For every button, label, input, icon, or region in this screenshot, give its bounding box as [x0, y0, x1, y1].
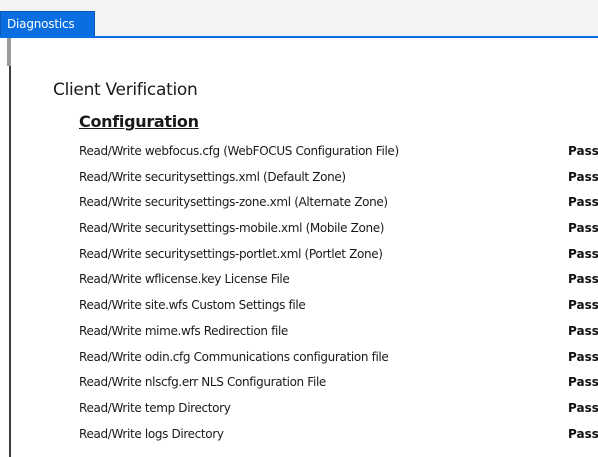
check-label: Read/Write nlscfg.err NLS Configuration …	[79, 375, 326, 390]
check-row: Read/Write securitysettings-mobile.xml (…	[11, 215, 598, 241]
check-status: Pass	[568, 246, 598, 261]
check-row: Read/Write securitysettings-zone.xml (Al…	[11, 189, 598, 215]
check-row: Read/Write temp Directory Pass	[11, 395, 598, 421]
check-row: Read/Write mime.wfs Redirection file Pas…	[11, 318, 598, 344]
tab-diagnostics[interactable]: Diagnostics	[0, 11, 95, 36]
check-status: Pass	[568, 144, 598, 158]
check-label: Read/Write securitysettings-mobile.xml (…	[79, 221, 385, 236]
check-status: Pass	[568, 298, 598, 313]
check-row: Read/Write securitysettings.xml (Default…	[11, 164, 598, 190]
check-row: Read/Write securitysettings-portlet.xml …	[11, 241, 598, 267]
check-row: Read/Write site.wfs Custom Settings file…	[11, 292, 598, 318]
check-status: Pass	[568, 195, 598, 210]
check-status: Pass	[568, 169, 598, 184]
check-status: Pass	[568, 426, 598, 441]
check-label: Read/Write wflicense.key License File	[79, 272, 290, 287]
check-label: Read/Write odin.cfg Communications confi…	[79, 349, 389, 364]
check-status: Pass	[568, 323, 598, 338]
left-frame-border	[0, 38, 11, 457]
check-status: Pass	[568, 221, 598, 236]
check-row: Read/Write odin.cfg Communications confi…	[11, 344, 598, 370]
check-list: Read/Write webfocus.cfg (WebFOCUS Config…	[11, 138, 598, 446]
check-row: Read/Write nlscfg.err NLS Configuration …	[11, 369, 598, 395]
check-label: Read/Write securitysettings.xml (Default…	[79, 169, 346, 184]
section-heading-configuration: Configuration	[79, 112, 199, 131]
check-row: Read/Write webfocus.cfg (WebFOCUS Config…	[11, 138, 598, 164]
tab-bar: Diagnostics	[0, 0, 598, 36]
check-status: Pass	[568, 400, 598, 415]
check-label: Read/Write mime.wfs Redirection file	[79, 323, 288, 338]
check-label: Read/Write securitysettings-portlet.xml …	[79, 246, 383, 261]
page-title: Client Verification	[53, 80, 198, 100]
check-status: Pass	[568, 349, 598, 364]
check-status: Pass	[568, 375, 598, 390]
check-label: Read/Write site.wfs Custom Settings file	[79, 298, 306, 313]
diagnostics-panel: Client Verification Configuration Read/W…	[11, 38, 598, 457]
check-label: Read/Write webfocus.cfg (WebFOCUS Config…	[79, 144, 399, 158]
check-row: Read/Write logs Directory Pass	[11, 421, 598, 447]
check-label: Read/Write securitysettings-zone.xml (Al…	[79, 195, 388, 210]
check-status: Pass	[568, 272, 598, 287]
check-label: Read/Write logs Directory	[79, 426, 224, 441]
check-row: Read/Write wflicense.key License File Pa…	[11, 266, 598, 292]
check-label: Read/Write temp Directory	[79, 400, 231, 415]
